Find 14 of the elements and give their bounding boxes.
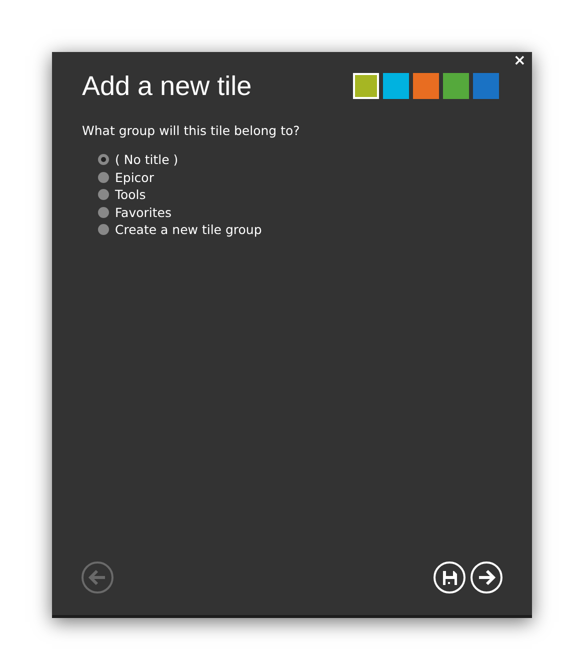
group-option[interactable]: Epicor [98, 168, 154, 186]
question-text: What group will this tile belong to? [82, 122, 301, 140]
dialog-title: Add a new tile [82, 70, 252, 102]
next-button[interactable] [470, 561, 503, 594]
group-option[interactable]: Tools [98, 186, 146, 204]
group-option[interactable]: Create a new tile group [98, 221, 262, 239]
color-swatch[interactable] [353, 73, 379, 100]
group-option[interactable]: ( No title ) [98, 151, 178, 169]
color-swatch[interactable] [443, 73, 469, 100]
save-button[interactable] [433, 561, 466, 594]
color-swatch[interactable] [473, 73, 499, 100]
color-swatch[interactable] [413, 73, 439, 100]
color-swatch[interactable] [383, 73, 409, 100]
group-option[interactable]: Favorites [98, 204, 172, 222]
